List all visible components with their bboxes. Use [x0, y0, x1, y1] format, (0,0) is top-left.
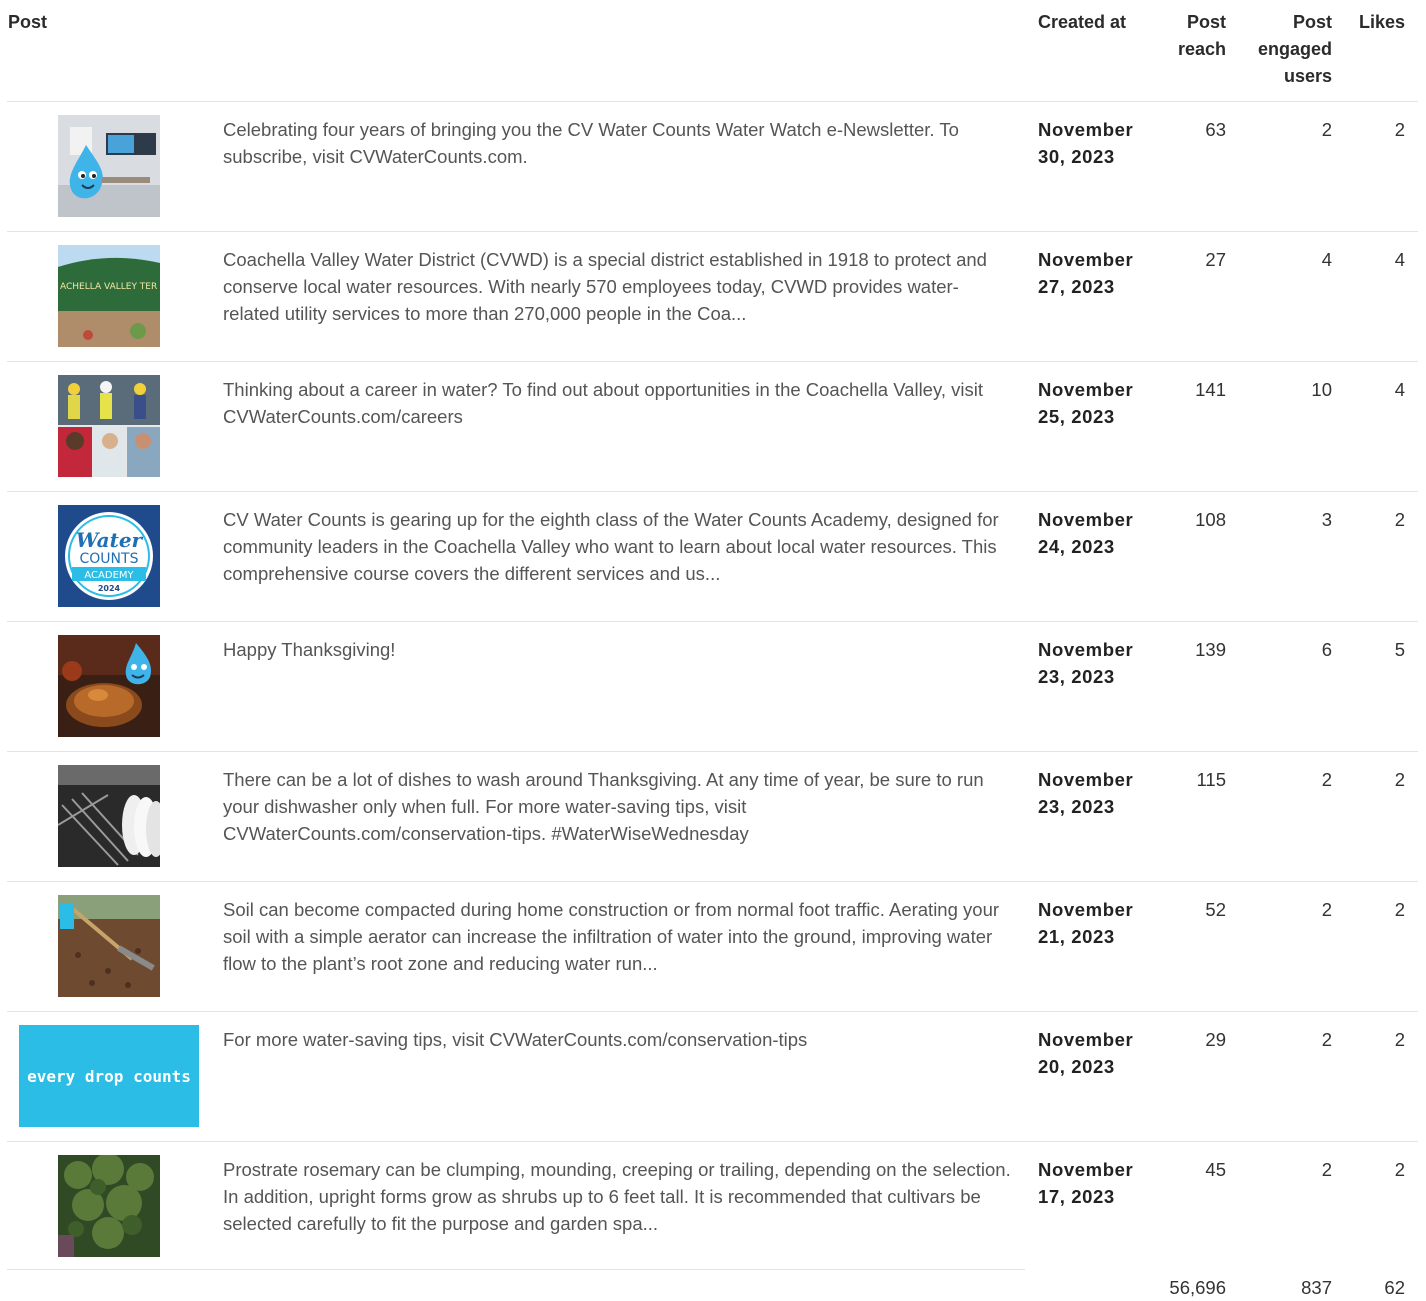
post-reach-value: 45	[1205, 1159, 1226, 1180]
post-text[interactable]: Soil can become compacted during home co…	[223, 896, 1013, 977]
table-row[interactable]: Soil can become compacted during home co…	[7, 881, 1418, 1011]
post-date: November 23, 2023	[1038, 639, 1134, 687]
academy-logo-line1: Water	[76, 528, 144, 552]
table-row[interactable]: every drop counts For more water-saving …	[7, 1011, 1418, 1141]
totals-row: 56,696 837 62	[0, 1274, 1426, 1298]
post-text[interactable]: For more water-saving tips, visit CVWate…	[223, 1026, 1013, 1053]
post-engaged-value: 6	[1321, 639, 1332, 660]
post-date: November 23, 2023	[1038, 769, 1134, 817]
table-header: Post Created at Post reach Post engaged …	[0, 0, 1426, 101]
table-row[interactable]: Happy Thanksgiving! November 23, 2023 13…	[7, 621, 1418, 751]
dishwasher-icon[interactable]	[58, 765, 160, 867]
header-post[interactable]: Post	[8, 9, 47, 36]
post-date: November 17, 2023	[1038, 1159, 1134, 1207]
post-engaged-value: 2	[1321, 1029, 1332, 1050]
header-post-reach[interactable]: Post reach	[1150, 9, 1226, 63]
post-likes-value: 2	[1394, 1159, 1405, 1180]
post-reach-value: 139	[1195, 639, 1226, 660]
post-date: November 24, 2023	[1038, 509, 1134, 557]
post-engaged-value: 4	[1321, 249, 1332, 270]
post-reach-value: 108	[1195, 509, 1226, 530]
district-sign-icon[interactable]: ACHELLA VALLEY TER DISTRICT	[58, 245, 160, 347]
water-counts-academy-logo-icon[interactable]: Water COUNTS ACADEMY 2024	[58, 505, 160, 607]
post-text[interactable]: Happy Thanksgiving!	[223, 636, 1013, 663]
post-likes-value: 2	[1394, 509, 1405, 530]
academy-logo-line3: ACADEMY	[84, 570, 134, 581]
rosemary-plant-icon[interactable]	[58, 1155, 160, 1257]
post-engaged-value: 2	[1321, 899, 1332, 920]
header-created-at[interactable]: Created at	[1038, 9, 1126, 36]
post-text[interactable]: CV Water Counts is gearing up for the ei…	[223, 506, 1013, 587]
table-row[interactable]: Prostrate rosemary can be clumping, moun…	[7, 1141, 1418, 1271]
table-row[interactable]: Celebrating four years of bringing you t…	[7, 101, 1418, 231]
post-date: November 30, 2023	[1038, 119, 1134, 167]
table-divider	[7, 1269, 1025, 1270]
table-row[interactable]: Thinking about a career in water? To fin…	[7, 361, 1418, 491]
post-reach-value: 141	[1195, 379, 1226, 400]
post-date: November 27, 2023	[1038, 249, 1134, 297]
banner-text: every drop counts	[27, 1067, 191, 1086]
post-date: November 25, 2023	[1038, 379, 1134, 427]
post-text[interactable]: There can be a lot of dishes to wash aro…	[223, 766, 1013, 847]
post-engaged-value: 10	[1311, 379, 1332, 400]
post-likes-value: 2	[1394, 1029, 1405, 1050]
post-date: November 21, 2023	[1038, 899, 1134, 947]
table-row[interactable]: Water COUNTS ACADEMY 2024 CV Water Count…	[7, 491, 1418, 621]
posts-table-body: Celebrating four years of bringing you t…	[0, 101, 1426, 1271]
post-text[interactable]: Celebrating four years of bringing you t…	[223, 116, 1013, 170]
post-engaged-value: 2	[1321, 119, 1332, 140]
table-row[interactable]: ACHELLA VALLEY TER DISTRICT Coachella Va…	[7, 231, 1418, 361]
soil-aerator-rake-icon[interactable]	[58, 895, 160, 997]
post-reach-value: 115	[1196, 769, 1227, 790]
post-likes-value: 5	[1394, 639, 1405, 660]
header-post-engaged-users[interactable]: Post engaged users	[1240, 9, 1332, 90]
academy-logo-line4: 2024	[98, 584, 121, 593]
post-date: November 20, 2023	[1038, 1029, 1134, 1077]
post-reach-value: 29	[1205, 1029, 1226, 1050]
workers-collage-icon[interactable]	[58, 375, 160, 477]
post-text[interactable]: Coachella Valley Water District (CVWD) i…	[223, 246, 1013, 327]
every-drop-counts-banner-icon[interactable]: every drop counts	[19, 1025, 199, 1127]
post-engaged-value: 2	[1321, 1159, 1332, 1180]
post-likes-value: 2	[1394, 119, 1405, 140]
post-likes-value: 2	[1394, 769, 1405, 790]
post-likes-value: 4	[1394, 379, 1405, 400]
post-reach-value: 27	[1205, 249, 1226, 270]
water-drop-mascot-office-icon[interactable]	[58, 115, 160, 217]
academy-logo-line2: COUNTS	[80, 551, 139, 567]
post-text[interactable]: Prostrate rosemary can be clumping, moun…	[223, 1156, 1013, 1237]
post-likes-value: 4	[1394, 249, 1405, 270]
post-engaged-value: 3	[1321, 509, 1332, 530]
post-likes-value: 2	[1394, 899, 1405, 920]
thanksgiving-turkey-icon[interactable]	[58, 635, 160, 737]
post-engaged-value: 2	[1321, 769, 1332, 790]
district-sign-text: ACHELLA VALLEY TER DISTRICT	[60, 282, 160, 292]
header-likes[interactable]: Likes	[1350, 9, 1405, 36]
post-reach-value: 52	[1205, 899, 1226, 920]
post-text[interactable]: Thinking about a career in water? To fin…	[223, 376, 1013, 430]
post-reach-value: 63	[1205, 119, 1226, 140]
table-row[interactable]: There can be a lot of dishes to wash aro…	[7, 751, 1418, 881]
